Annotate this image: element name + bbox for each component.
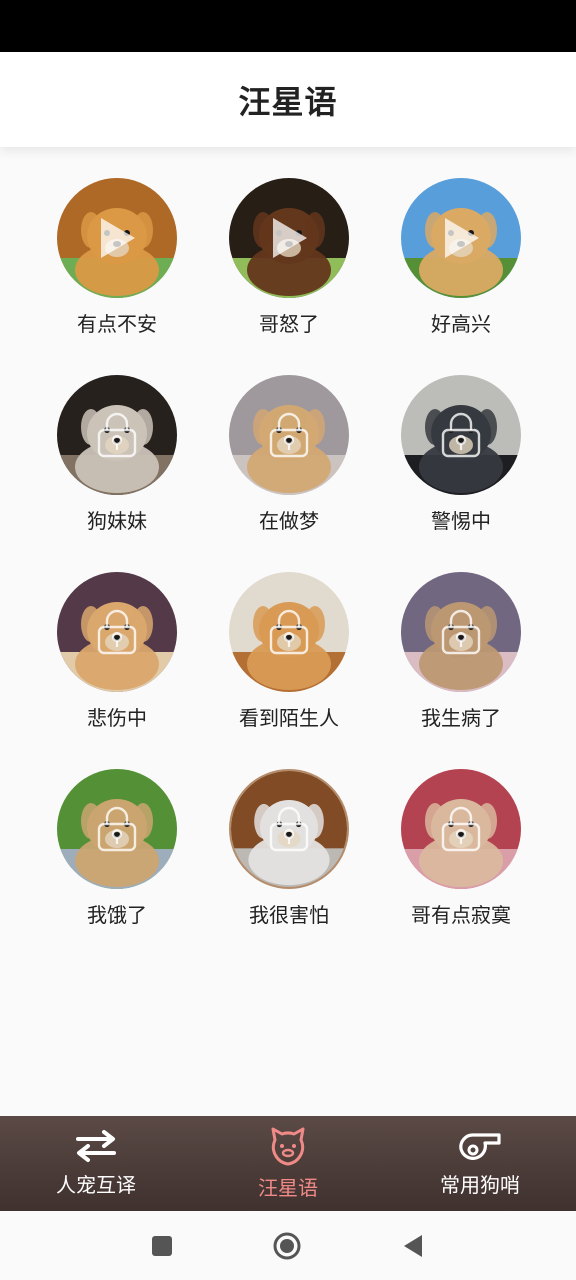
sound-grid: 有点不安 哥怒了 好高兴 狗妹妹 在做梦 警惕中 悲伤中 看到陌生人 我生病了 … — [0, 148, 576, 1116]
sound-item[interactable]: 哥有点寂寞 — [375, 769, 547, 939]
dog-avatar[interactable] — [401, 375, 521, 495]
whistle-icon — [459, 1133, 501, 1160]
home-button[interactable] — [272, 1231, 302, 1261]
tab-translate-label: 人宠互译 — [56, 1173, 136, 1197]
sound-item[interactable]: 看到陌生人 — [203, 572, 375, 742]
lock-icon — [441, 806, 481, 852]
page-title: 汪星语 — [238, 82, 338, 121]
tab-translate[interactable]: 人宠互译 — [0, 1116, 192, 1211]
sound-item[interactable]: 我生病了 — [375, 572, 547, 742]
back-button[interactable] — [398, 1231, 428, 1261]
lock-icon — [97, 412, 137, 458]
sound-label: 我很害怕 — [249, 903, 329, 927]
app-header: 汪星语 — [0, 52, 576, 147]
circle-home-icon — [273, 1232, 301, 1260]
dog-avatar[interactable] — [229, 375, 349, 495]
dog-avatar[interactable] — [57, 572, 177, 692]
tab-dog-language[interactable]: 汪星语 — [192, 1116, 384, 1211]
play-icon[interactable] — [267, 216, 311, 260]
lock-icon — [97, 609, 137, 655]
sound-label: 好高兴 — [431, 312, 491, 336]
dog-avatar[interactable] — [57, 375, 177, 495]
sound-item[interactable]: 在做梦 — [203, 375, 375, 545]
sound-label: 狗妹妹 — [87, 509, 147, 533]
lock-icon — [97, 806, 137, 852]
play-icon[interactable] — [439, 216, 483, 260]
sound-item[interactable]: 悲伤中 — [31, 572, 203, 742]
lock-icon — [441, 412, 481, 458]
play-icon[interactable] — [95, 216, 139, 260]
sound-label: 悲伤中 — [87, 706, 147, 730]
lock-icon — [269, 609, 309, 655]
lock-icon — [269, 806, 309, 852]
sound-label: 警惕中 — [431, 509, 491, 533]
triangle-back-icon — [404, 1235, 422, 1257]
dog-avatar[interactable] — [401, 769, 521, 889]
dog-avatar[interactable] — [229, 572, 349, 692]
pet-face-icon — [271, 1127, 305, 1166]
dog-avatar[interactable] — [57, 178, 177, 298]
sound-item[interactable]: 哥怒了 — [203, 178, 375, 348]
sound-item[interactable]: 好高兴 — [375, 178, 547, 348]
sound-item[interactable]: 我饿了 — [31, 769, 203, 939]
tab-dog-whistle[interactable]: 常用狗哨 — [384, 1116, 576, 1211]
sound-label: 哥有点寂寞 — [411, 903, 511, 927]
tab-dog-whistle-label: 常用狗哨 — [440, 1173, 520, 1197]
sound-item[interactable]: 我很害怕 — [203, 769, 375, 939]
sound-label: 我生病了 — [421, 706, 501, 730]
dog-avatar[interactable] — [57, 769, 177, 889]
sound-label: 哥怒了 — [259, 312, 319, 336]
bottom-nav: 人宠互译 汪星语 常用狗哨 — [0, 1116, 576, 1211]
dog-avatar[interactable] — [401, 178, 521, 298]
sound-label: 看到陌生人 — [239, 706, 339, 730]
dog-avatar[interactable] — [229, 769, 349, 889]
lock-icon — [441, 609, 481, 655]
swap-arrows-icon — [76, 1130, 116, 1162]
sound-label: 在做梦 — [259, 509, 319, 533]
sound-item[interactable]: 狗妹妹 — [31, 375, 203, 545]
sound-item[interactable]: 警惕中 — [375, 375, 547, 545]
tab-dog-language-label: 汪星语 — [258, 1176, 318, 1200]
recents-button[interactable] — [147, 1231, 177, 1261]
sound-label: 我饿了 — [87, 903, 147, 927]
sound-label: 有点不安 — [77, 312, 157, 336]
lock-icon — [269, 412, 309, 458]
square-recents-icon — [152, 1236, 172, 1256]
dog-avatar[interactable] — [401, 572, 521, 692]
dog-avatar[interactable] — [229, 178, 349, 298]
sound-item[interactable]: 有点不安 — [31, 178, 203, 348]
system-navigation-bar — [0, 1211, 576, 1280]
status-bar — [0, 0, 576, 52]
